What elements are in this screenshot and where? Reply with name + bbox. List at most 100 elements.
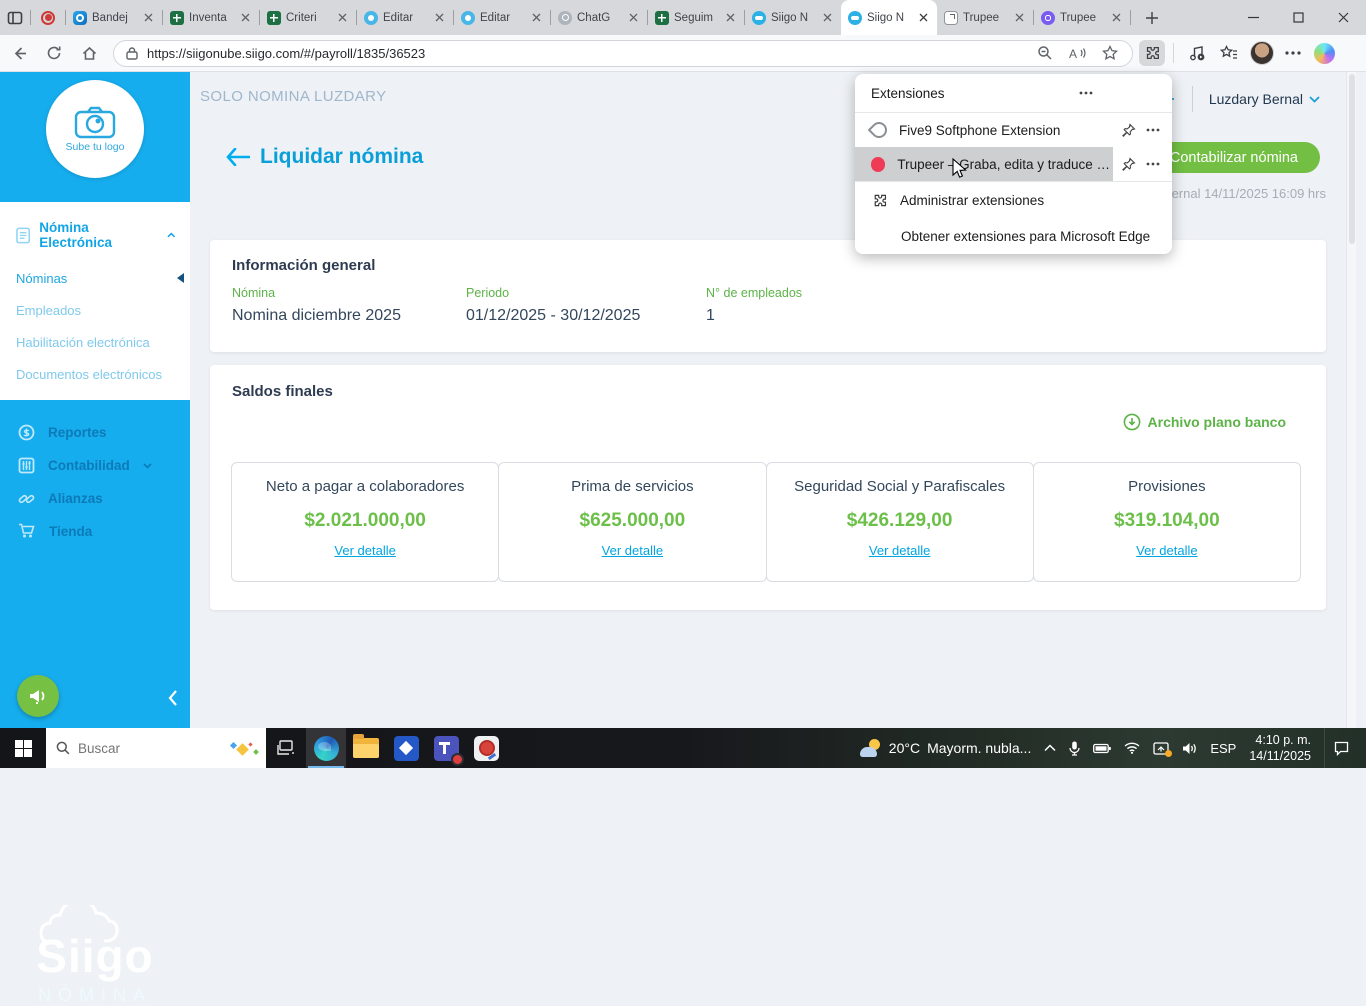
collections-icon[interactable]: [1216, 40, 1242, 66]
extension-item-five9[interactable]: Five9 Softphone Extension: [855, 113, 1172, 147]
url-text[interactable]: https://siigonube.siigo.com/#/payroll/18…: [147, 46, 1028, 61]
tab-trupeer-2[interactable]: Trupee: [1034, 0, 1130, 35]
language-indicator[interactable]: ESP: [1210, 741, 1236, 756]
battery-icon[interactable]: [1093, 743, 1111, 754]
tab-recording-pinned[interactable]: [31, 0, 65, 35]
sidebar-item-empleados[interactable]: Empleados: [0, 294, 190, 326]
taskbar-edge-icon[interactable]: [306, 728, 346, 768]
close-icon[interactable]: [529, 11, 543, 25]
tab-editar-1[interactable]: Editar: [357, 0, 453, 35]
taskbar-search[interactable]: [46, 728, 266, 768]
task-view-icon[interactable]: [266, 728, 306, 768]
close-icon[interactable]: [141, 11, 155, 25]
bank-file-link[interactable]: Archivo plano banco: [1123, 413, 1286, 431]
taskbar-recorder-icon[interactable]: [466, 728, 506, 768]
settings-menu-icon[interactable]: [1280, 40, 1306, 66]
tab-siigo-active[interactable]: Siigo N: [841, 0, 937, 35]
start-button[interactable]: [0, 728, 46, 768]
microphone-icon[interactable]: [1069, 741, 1080, 756]
close-icon[interactable]: [626, 11, 640, 25]
speaker-icon[interactable]: [1182, 742, 1197, 755]
ver-detalle-link[interactable]: Ver detalle: [869, 543, 930, 558]
back-icon[interactable]: [3, 38, 35, 68]
close-icon[interactable]: [1012, 11, 1026, 25]
taskbar-diamond-app-icon[interactable]: [386, 728, 426, 768]
ver-detalle-link[interactable]: Ver detalle: [1136, 543, 1197, 558]
tab-seguimiento[interactable]: Seguim: [648, 0, 744, 35]
scrollbar-thumb[interactable]: [1349, 74, 1355, 244]
close-icon[interactable]: [916, 11, 930, 25]
contabilizar-button[interactable]: Contabilizar nómina: [1148, 142, 1320, 173]
refresh-icon[interactable]: [38, 38, 70, 68]
tab-inventario[interactable]: Inventa: [163, 0, 259, 35]
extensions-more-icon[interactable]: [1015, 91, 1159, 95]
tab-editar-2[interactable]: Editar: [454, 0, 550, 35]
close-icon[interactable]: [723, 11, 737, 25]
ver-detalle-link[interactable]: Ver detalle: [334, 543, 395, 558]
favorite-star-icon[interactable]: [1102, 45, 1118, 61]
home-icon[interactable]: [73, 38, 105, 68]
screen-share-icon[interactable]: [1153, 742, 1169, 755]
extension-item-trupeer[interactable]: Trupeer – Graba, edita y traduce co...: [855, 147, 1172, 181]
tab-trupeer-1[interactable]: Trupee: [937, 0, 1033, 35]
ver-detalle-link[interactable]: Ver detalle: [602, 543, 663, 558]
close-icon[interactable]: [820, 11, 834, 25]
back-arrow-icon[interactable]: [226, 148, 250, 166]
tab-bandeja[interactable]: Bandej: [66, 0, 162, 35]
tray-chevron-up-icon[interactable]: [1044, 744, 1056, 752]
search-input[interactable]: [78, 741, 223, 756]
chevron-up-icon: [167, 232, 176, 238]
pin-icon[interactable]: [1121, 157, 1136, 172]
pin-icon[interactable]: [1121, 123, 1136, 138]
close-icon[interactable]: [432, 11, 446, 25]
zoom-out-icon[interactable]: [1037, 45, 1053, 61]
five9-icon: [868, 119, 891, 142]
address-bar[interactable]: https://siigonube.siigo.com/#/payroll/18…: [113, 40, 1133, 67]
link-icon: [18, 490, 35, 507]
sidebar-item-tienda[interactable]: Tienda: [0, 515, 190, 547]
sidebar-item-reportes[interactable]: Reportes: [0, 416, 190, 449]
profile-avatar[interactable]: [1250, 41, 1274, 65]
media-controls-icon[interactable]: [1184, 40, 1210, 66]
sidebar-section-nomina-electronica[interactable]: Nómina Electrónica: [0, 212, 190, 262]
upload-logo-button[interactable]: Sube tu logo: [46, 80, 144, 178]
close-icon[interactable]: [335, 11, 349, 25]
close-window-button[interactable]: [1321, 0, 1366, 35]
download-icon: [1123, 413, 1141, 431]
copilot-icon[interactable]: [1314, 43, 1335, 64]
tab-siigo-1[interactable]: Siigo N: [745, 0, 841, 35]
mouse-cursor: [952, 158, 969, 180]
sidebar-item-alianzas[interactable]: Alianzas: [0, 482, 190, 515]
get-extensions-item[interactable]: Obtener extensiones para Microsoft Edge: [855, 218, 1172, 254]
page-scrollbar[interactable]: [1346, 72, 1356, 728]
window-controls: [1231, 0, 1366, 35]
sidebar-collapse-icon[interactable]: [168, 690, 178, 706]
sidebar-item-documentos[interactable]: Documentos electrónicos: [0, 358, 190, 390]
weather-widget[interactable]: 20°C Mayorm. nubla...: [860, 739, 1032, 757]
taskbar-teams-icon[interactable]: [426, 728, 466, 768]
extension-options-icon[interactable]: [1146, 128, 1160, 132]
workspaces-icon[interactable]: [0, 0, 30, 35]
taskbar-clock[interactable]: 4:10 p. m. 14/11/2025: [1249, 732, 1311, 765]
balance-title: Seguridad Social y Parafiscales: [767, 478, 1033, 495]
sidebar-item-habilitacion[interactable]: Habilitación electrónica: [0, 326, 190, 358]
read-aloud-icon[interactable]: A: [1069, 46, 1086, 61]
action-center-icon[interactable]: [1324, 728, 1358, 768]
document-icon: [16, 227, 30, 244]
taskbar-file-explorer-icon[interactable]: [346, 728, 386, 768]
manage-extensions-item[interactable]: Administrar extensiones: [855, 182, 1172, 218]
sidebar-item-contabilidad[interactable]: Contabilidad: [0, 449, 190, 482]
user-menu[interactable]: Luzdary Bernal: [1209, 91, 1320, 107]
extensions-icon[interactable]: [1139, 40, 1165, 66]
tab-criterios[interactable]: Criteri: [260, 0, 356, 35]
tab-chatgpt[interactable]: ChatG: [551, 0, 647, 35]
announcements-button[interactable]: [17, 675, 59, 717]
close-icon[interactable]: [238, 11, 252, 25]
sidebar-item-nominas[interactable]: Nóminas: [0, 262, 190, 294]
new-tab-button[interactable]: [1137, 4, 1167, 32]
extension-options-icon[interactable]: [1146, 162, 1160, 166]
maximize-button[interactable]: [1276, 0, 1321, 35]
minimize-button[interactable]: [1231, 0, 1276, 35]
wifi-icon[interactable]: [1124, 742, 1140, 754]
close-icon[interactable]: [1109, 11, 1123, 25]
